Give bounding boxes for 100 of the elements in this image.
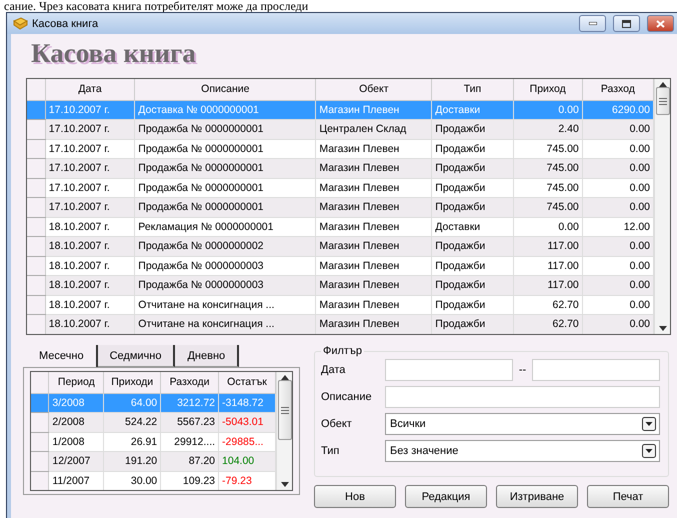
column-header[interactable]: Разход <box>582 79 654 100</box>
table-cell: 745.00 <box>513 178 582 198</box>
row-indicator[interactable] <box>27 314 46 334</box>
table-cell: Доставки <box>432 217 514 236</box>
row-indicator[interactable] <box>27 158 46 178</box>
table-cell: 64.00 <box>104 393 161 412</box>
table-cell: 30.00 <box>104 471 161 490</box>
date-from-field[interactable] <box>385 359 513 381</box>
row-indicator[interactable] <box>31 432 49 452</box>
table-cell: Продажби <box>432 139 514 158</box>
table-cell: 62.70 <box>513 314 582 334</box>
table-cell: Отчитане на консигнация ... <box>134 314 316 334</box>
table-cell: Доставки <box>432 100 514 120</box>
table-cell: Продажби <box>432 120 514 139</box>
table-cell: Продажба № 0000000001 <box>134 139 316 158</box>
table-cell: Продажба № 0000000003 <box>134 256 316 276</box>
field-label: Описание <box>321 391 373 403</box>
row-indicator[interactable] <box>27 217 46 236</box>
row-indicator[interactable] <box>27 178 46 198</box>
row-indicator[interactable] <box>27 139 46 158</box>
table-cell: 62.70 <box>513 295 582 314</box>
column-header[interactable]: Описание <box>134 79 316 100</box>
row-indicator[interactable] <box>27 100 46 120</box>
column-header[interactable]: Тип <box>432 79 514 100</box>
row-indicator[interactable] <box>27 236 46 256</box>
table-cell: Продажби <box>432 158 514 178</box>
grip-icon <box>658 98 666 104</box>
table-cell: 109.23 <box>160 471 219 490</box>
row-indicator[interactable] <box>27 198 46 217</box>
column-header[interactable]: Период <box>48 372 104 393</box>
table-cell: Магазин Плевен <box>316 276 432 295</box>
table-cell: 17.10.2007 г. <box>45 139 135 158</box>
table-cell: 5567.23 <box>160 412 219 432</box>
column-header[interactable]: Приходи <box>104 372 161 393</box>
table-cell: -3148.72 <box>218 393 276 412</box>
table-cell: Доставка № 0000000001 <box>134 100 316 120</box>
table-cell: Магазин Плевен <box>316 256 432 276</box>
table-cell: 17.10.2007 г. <box>45 120 135 139</box>
header-corner <box>31 372 49 393</box>
date-to-field[interactable] <box>532 359 660 381</box>
scroll-thumb[interactable] <box>278 380 292 440</box>
table-cell: -5043.01 <box>218 412 276 432</box>
scrollbar[interactable] <box>654 79 670 334</box>
table-cell: Продажба № 0000000001 <box>134 158 316 178</box>
page-heading: Касова книга <box>30 37 196 70</box>
scrollbar[interactable] <box>276 372 292 490</box>
column-header[interactable]: Разходи <box>160 372 219 393</box>
close-icon <box>656 20 665 28</box>
table-cell: 0.00 <box>582 198 654 217</box>
column-header[interactable]: Дата <box>45 79 135 100</box>
scroll-down-icon[interactable] <box>658 326 666 331</box>
table-cell: Магазин Плевен <box>316 217 432 236</box>
action-button[interactable]: Изтриване <box>496 485 578 508</box>
input-field[interactable] <box>385 386 660 408</box>
table-cell: Централен Склад <box>316 120 432 139</box>
row-indicator[interactable] <box>27 120 46 139</box>
column-header[interactable]: Обект <box>316 79 432 100</box>
column-header[interactable]: Остатък <box>218 372 276 393</box>
table-cell: Продажба № 0000000001 <box>134 120 316 139</box>
dropdown[interactable]: Без значение <box>385 440 660 462</box>
maximize-icon <box>622 20 631 28</box>
table-cell: Продажби <box>432 314 514 334</box>
table-cell: 0.00 <box>582 236 654 256</box>
column-header[interactable]: Приход <box>513 79 582 100</box>
row-indicator[interactable] <box>31 393 49 412</box>
dropdown[interactable]: Всички <box>385 413 660 435</box>
maximize-button[interactable] <box>613 15 640 32</box>
action-button[interactable]: Нов <box>314 485 396 508</box>
field-label: Обект <box>321 418 353 430</box>
table-cell: 18.10.2007 г. <box>45 314 135 334</box>
row-indicator[interactable] <box>27 256 46 276</box>
action-button[interactable]: Печат <box>587 485 669 508</box>
table-cell: 0.00 <box>582 256 654 276</box>
row-indicator[interactable] <box>31 452 49 471</box>
table-cell: 117.00 <box>513 276 582 295</box>
table-cell: 18.10.2007 г. <box>45 217 135 236</box>
table-cell: Магазин Плевен <box>316 139 432 158</box>
table-cell: 524.22 <box>104 412 161 432</box>
period-tab[interactable]: Дневно <box>175 345 240 367</box>
row-indicator[interactable] <box>27 276 46 295</box>
table-cell: 12.00 <box>582 217 654 236</box>
close-button[interactable] <box>647 15 674 32</box>
row-indicator[interactable] <box>31 471 49 490</box>
table-cell: 104.00 <box>218 452 276 471</box>
table-cell: 17.10.2007 г. <box>45 198 135 217</box>
row-indicator[interactable] <box>31 412 49 432</box>
minimize-button[interactable] <box>579 15 606 32</box>
table-cell: Магазин Плевен <box>316 236 432 256</box>
table-cell: 2/2008 <box>48 412 104 432</box>
scroll-down-icon[interactable] <box>280 482 288 487</box>
period-tab[interactable]: Седмично <box>98 345 176 367</box>
row-indicator[interactable] <box>27 295 46 314</box>
table-cell: 18.10.2007 г. <box>45 256 135 276</box>
scroll-thumb[interactable] <box>656 87 670 115</box>
table-cell: Магазин Плевен <box>316 295 432 314</box>
table-cell: -29885... <box>218 432 276 452</box>
table-cell: Продажби <box>432 178 514 198</box>
table-cell: 0.00 <box>582 314 654 334</box>
table-cell: Продажба № 0000000001 <box>134 178 316 198</box>
action-button[interactable]: Редакция <box>405 485 487 508</box>
